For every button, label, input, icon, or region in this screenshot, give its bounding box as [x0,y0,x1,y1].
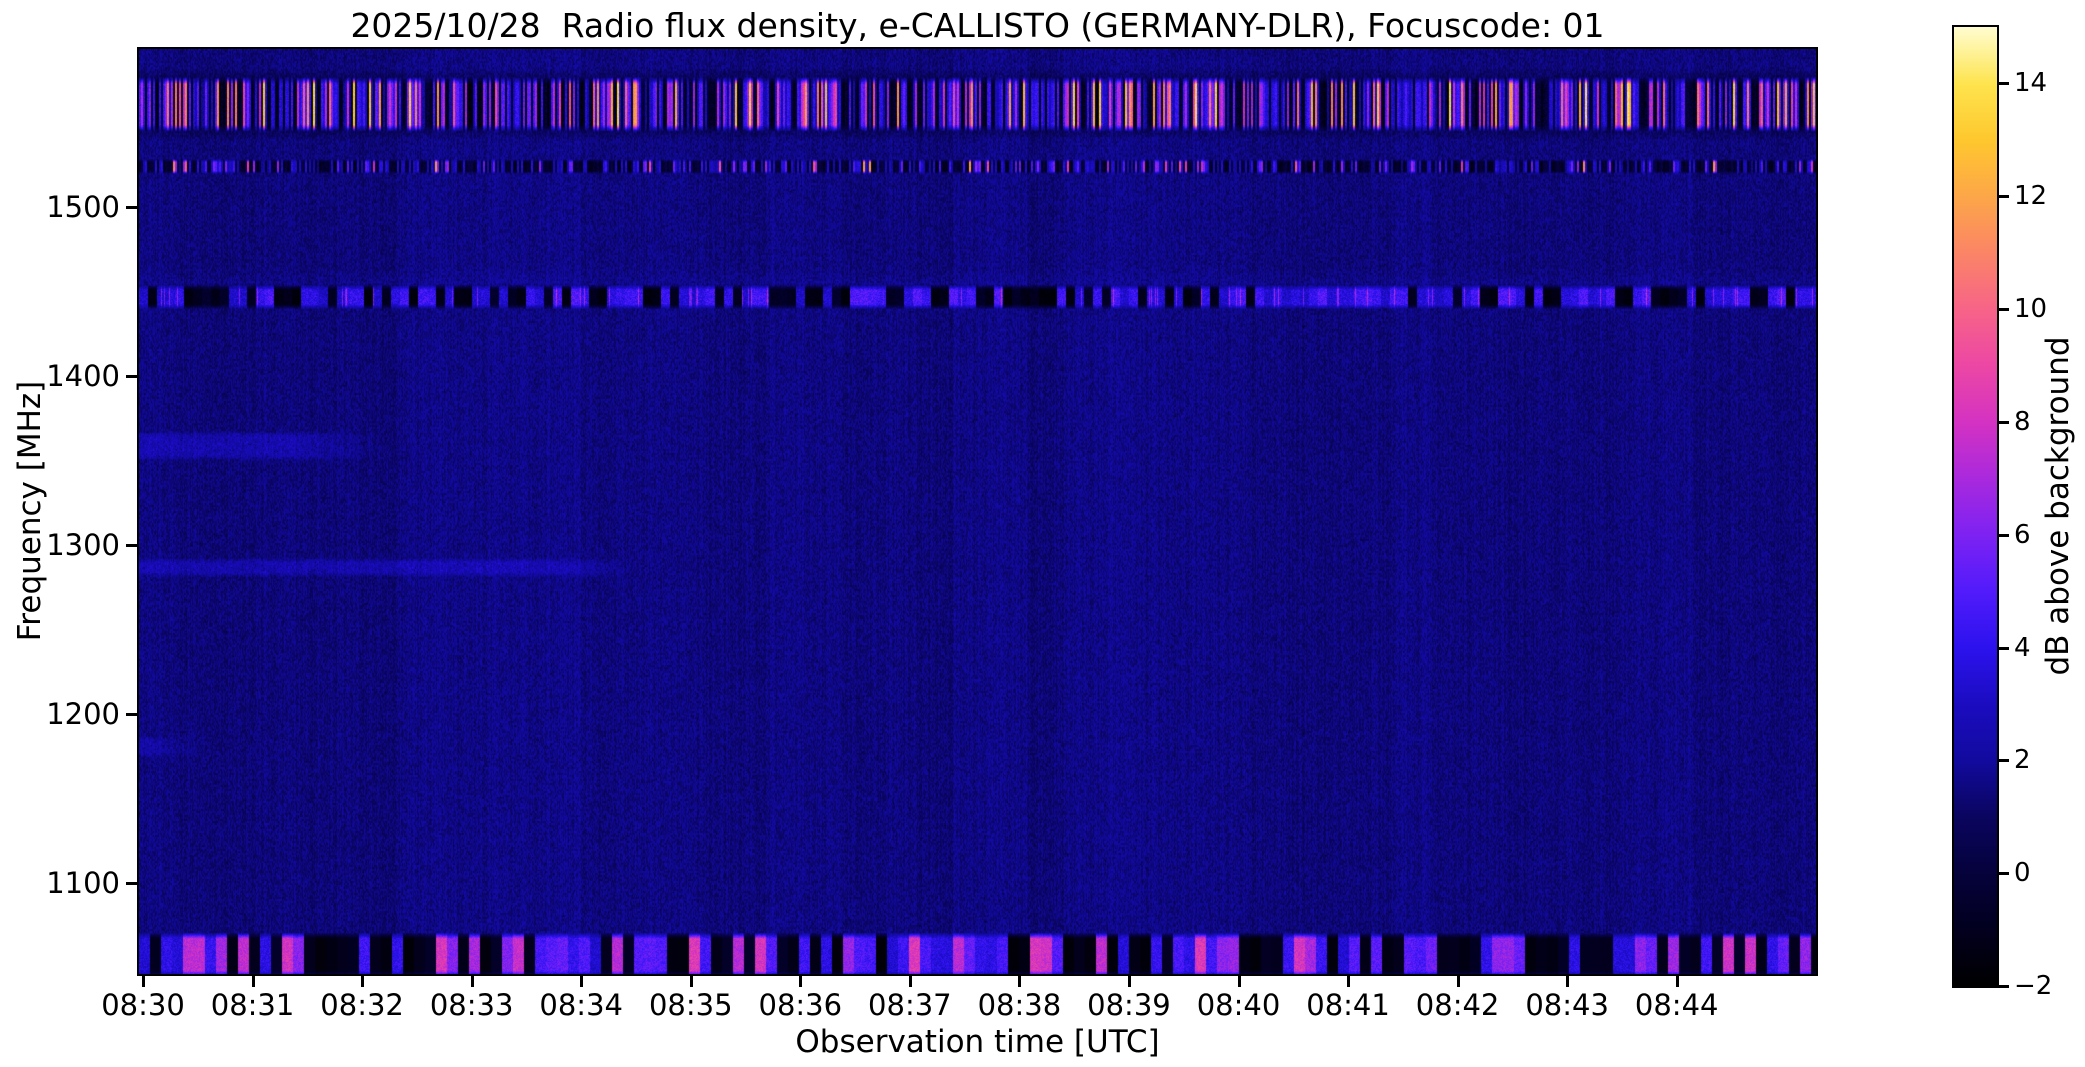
x-tick [361,976,365,987]
colorbar-tick-label: 12 [2014,181,2048,212]
x-tick [1018,976,1022,987]
colorbar-tick-label: 4 [2014,632,2031,663]
y-tick-label: 1100 [46,866,120,900]
y-tick-label: 1500 [46,190,120,224]
colorbar-label: dB above background [2040,336,2076,676]
x-tick [799,976,803,987]
x-tick [689,976,693,987]
colorbar-tick [1999,533,2009,537]
x-axis-label: Observation time [UTC] [795,1024,1160,1060]
y-tick-label: 1200 [46,697,120,731]
colorbar-tick [1999,195,2009,199]
x-tick [1456,976,1460,987]
y-tick-label: 1400 [46,359,120,393]
y-tick [126,713,137,716]
plot-area [137,47,1818,976]
x-tick [1675,976,1679,987]
x-tick [1127,976,1131,987]
x-tick [142,976,145,987]
x-tick [251,976,255,987]
x-tick [470,976,474,987]
y-tick [126,882,137,885]
y-tick-label: 1300 [46,528,120,562]
colorbar-tick-label: 0 [2014,858,2031,889]
colorbar-tick-label: 14 [2014,68,2048,99]
colorbar-tick-label: −2 [2014,971,2053,1001]
colorbar-tick [1999,82,2009,86]
colorbar-tick [1999,872,2009,876]
x-tick [580,976,584,987]
colorbar-tick [1999,308,2009,312]
x-tick-label: 08:44 [1634,988,1719,1022]
y-tick [126,544,137,547]
colorbar [1952,25,1999,988]
y-tick [126,206,137,209]
figure: 2025/10/28 Radio flux density, e-CALLIST… [0,0,2085,1067]
colorbar-tick-label: 6 [2014,519,2031,550]
colorbar-tick [1999,759,2009,763]
colorbar-gradient [1954,27,1997,986]
x-tick [908,976,912,987]
colorbar-tick [1999,420,2009,424]
x-tick [1566,976,1570,987]
colorbar-tick [1999,646,2009,650]
y-axis-label: Frequency [MHz] [12,380,48,642]
colorbar-tick-label: 10 [2014,294,2048,325]
colorbar-tick-label: 8 [2014,406,2031,437]
y-tick [126,375,137,378]
plot-title: 2025/10/28 Radio flux density, e-CALLIST… [350,6,1605,45]
x-tick [1347,976,1351,987]
spectrogram-image [139,49,1816,974]
x-tick [1237,976,1241,987]
colorbar-tick-label: 2 [2014,745,2031,776]
colorbar-tick [1999,985,2009,988]
